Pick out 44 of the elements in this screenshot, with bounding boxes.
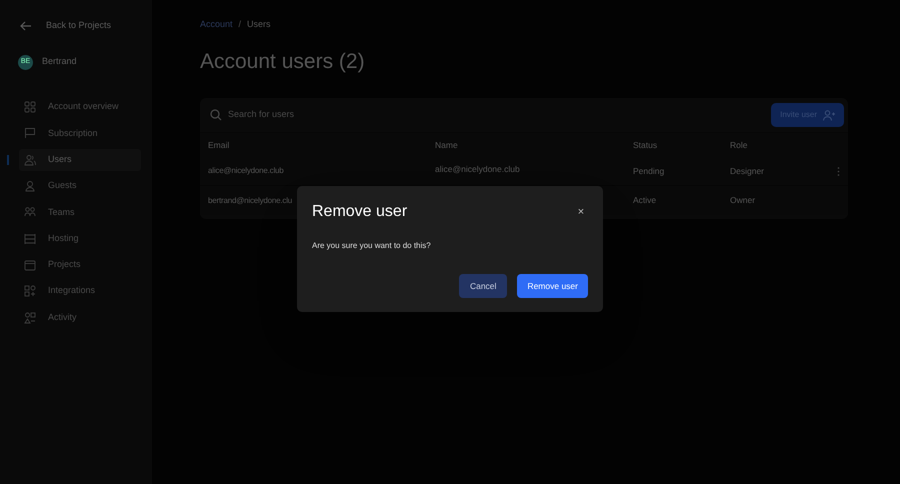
add-user-icon xyxy=(823,110,835,120)
table-cell: bertrand@nicelydone.clu xyxy=(208,194,292,206)
column-header: Role xyxy=(730,138,748,152)
column-header: Email xyxy=(208,138,230,152)
list-icon xyxy=(24,232,36,245)
dialog-title: Remove user xyxy=(312,202,408,222)
sidebar-item[interactable]: Guests xyxy=(19,175,141,198)
shapes-icon xyxy=(24,312,36,324)
column-header: Status xyxy=(633,138,658,152)
search-field[interactable]: Search for users xyxy=(228,108,766,122)
search-icon xyxy=(210,109,222,121)
table-cell: Owner xyxy=(730,194,756,207)
breadcrumb-current: Users xyxy=(247,18,271,32)
person-icon xyxy=(24,180,36,192)
sidebar-item[interactable]: Integrations xyxy=(19,280,141,302)
sidebar-item[interactable]: Activity xyxy=(19,306,141,329)
table-cell: Designer xyxy=(730,164,764,178)
column-header: Name xyxy=(435,138,458,152)
table-cell: Active xyxy=(633,194,656,207)
breadcrumb-link[interactable]: Account xyxy=(200,18,233,32)
user-name: Bertrand xyxy=(42,55,77,68)
breadcrumb-separator: / xyxy=(238,18,242,32)
table-cell: alice@nicelydone.club xyxy=(435,162,520,176)
sidebar-item[interactable]: Users xyxy=(19,148,141,171)
table-cell: alice@nicelydone.club xyxy=(208,165,284,177)
sidebar-item[interactable]: Hosting xyxy=(19,228,141,250)
cancel-button[interactable]: Cancel xyxy=(458,274,508,298)
back-link[interactable]: Back to Projects xyxy=(46,19,112,33)
table-cell: Pending xyxy=(633,164,664,178)
close-button[interactable]: × xyxy=(574,205,588,219)
page-title: Account users (2) xyxy=(200,49,366,75)
folder-icon xyxy=(24,258,36,271)
sidebar-item[interactable]: Account overview xyxy=(19,96,141,118)
grid-icon xyxy=(24,101,36,114)
sidebar-item[interactable]: Teams xyxy=(19,201,141,224)
flag-icon xyxy=(24,127,36,140)
confirm-button[interactable]: Remove user xyxy=(517,274,588,298)
back-arrow-icon[interactable] xyxy=(20,21,32,31)
users-icon xyxy=(24,154,36,166)
dialog-message: Are you sure you want to do this? xyxy=(312,240,432,252)
sidebar-item[interactable]: Projects xyxy=(19,254,141,276)
people-icon xyxy=(24,206,36,218)
sidebar-item[interactable]: Subscription xyxy=(19,122,141,144)
apps-icon xyxy=(24,285,36,298)
